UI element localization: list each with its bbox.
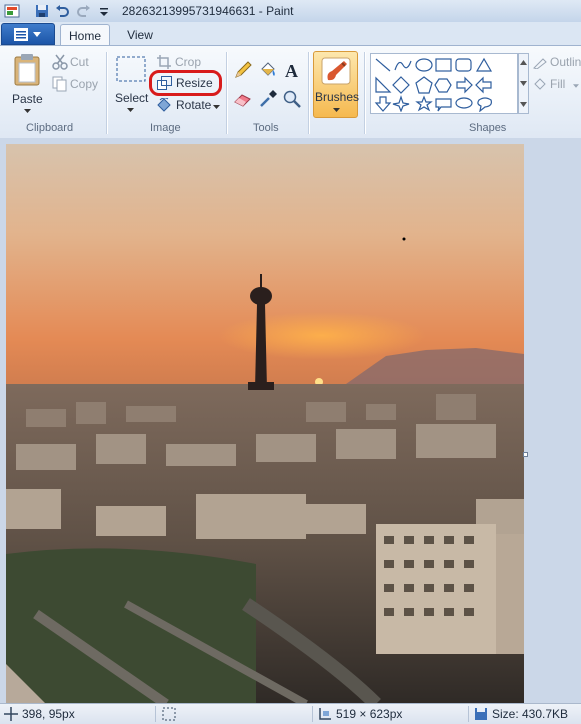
ribbon-tab-row: Home View bbox=[0, 22, 581, 46]
status-divider bbox=[468, 706, 469, 722]
paste-button[interactable]: Paste bbox=[8, 52, 46, 114]
magnifier-icon[interactable] bbox=[282, 89, 302, 109]
undo-icon[interactable] bbox=[54, 3, 70, 19]
chevron-down-icon bbox=[520, 81, 527, 86]
tab-view[interactable]: View bbox=[112, 24, 168, 46]
gallery-more-icon bbox=[520, 102, 527, 107]
clipboard-group-label: Clipboard bbox=[26, 122, 74, 134]
chevron-down-icon bbox=[33, 32, 41, 37]
redo-icon[interactable] bbox=[76, 3, 92, 19]
tools-group-label: Tools bbox=[253, 122, 279, 134]
canvas-workspace bbox=[0, 138, 581, 704]
chevron-down-icon bbox=[333, 108, 340, 112]
group-divider bbox=[364, 52, 366, 134]
color-picker-icon[interactable] bbox=[258, 89, 278, 109]
rotate-icon bbox=[157, 98, 171, 112]
rotate-button[interactable]: Rotate bbox=[157, 97, 221, 115]
pencil-icon[interactable] bbox=[233, 60, 253, 80]
title-bar: 28263213995731946631 - Paint bbox=[0, 0, 581, 23]
status-bar: 398, 95px 519 × 623px Size: 430.7KB bbox=[0, 703, 581, 724]
copy-button: Copy bbox=[52, 76, 102, 94]
brushes-label: Brushes bbox=[315, 90, 360, 104]
cut-label: Cut bbox=[70, 55, 89, 69]
brush-icon bbox=[321, 57, 351, 85]
text-icon[interactable]: A bbox=[282, 60, 302, 80]
fill-label: Fill bbox=[550, 77, 566, 91]
image-size-icon bbox=[319, 708, 331, 720]
paint-app-icon bbox=[4, 4, 20, 18]
select-button[interactable]: Select bbox=[112, 54, 150, 116]
clipboard-icon bbox=[14, 54, 40, 86]
city-skyline-image bbox=[6, 144, 524, 704]
cursor-position: 398, 95px bbox=[22, 707, 75, 721]
scissors-icon bbox=[52, 54, 68, 70]
status-divider bbox=[155, 706, 156, 722]
image-size: 519 × 623px bbox=[336, 707, 403, 721]
shapes-gallery-scroll[interactable] bbox=[518, 53, 529, 114]
chevron-down-icon bbox=[24, 109, 31, 113]
cursor-position-icon bbox=[4, 707, 18, 721]
ribbon: Paste Cut Copy Clipboard Select Crop Res… bbox=[0, 45, 581, 139]
svg-text:A: A bbox=[285, 61, 298, 80]
chevron-down-icon bbox=[573, 84, 579, 88]
select-label: Select bbox=[115, 91, 149, 105]
image-group-label: Image bbox=[150, 122, 181, 134]
fill-icon bbox=[534, 78, 546, 90]
shapes-group-label: Shapes bbox=[469, 122, 507, 134]
group-divider bbox=[106, 52, 108, 134]
menu-icon bbox=[14, 28, 28, 41]
rotate-label: Rotate bbox=[176, 98, 212, 112]
crop-icon bbox=[157, 55, 171, 69]
canvas-resize-handle[interactable] bbox=[523, 452, 528, 457]
status-divider bbox=[312, 706, 313, 722]
window-title: 28263213995731946631 - Paint bbox=[122, 4, 294, 18]
selection-size-icon bbox=[162, 707, 176, 721]
outline-icon bbox=[533, 58, 547, 69]
chevron-down-icon bbox=[213, 105, 220, 109]
chevron-up-icon bbox=[520, 60, 527, 65]
paint-menu-button[interactable] bbox=[1, 23, 55, 45]
resize-highlight-annotation bbox=[149, 70, 222, 96]
paste-label: Paste bbox=[12, 92, 43, 106]
outline-label: Outline bbox=[550, 55, 581, 69]
chevron-down-icon bbox=[127, 108, 134, 112]
select-rectangle-icon bbox=[116, 56, 146, 82]
copy-label: Copy bbox=[70, 77, 99, 91]
file-size: Size: 430.7KB bbox=[492, 707, 569, 721]
outline-button: Outline bbox=[533, 54, 581, 72]
save-icon[interactable] bbox=[34, 3, 50, 19]
group-divider bbox=[308, 52, 310, 134]
shapes-gallery bbox=[370, 53, 518, 114]
customize-quick-access-icon[interactable] bbox=[96, 3, 112, 19]
tab-home[interactable]: Home bbox=[60, 24, 110, 46]
group-divider bbox=[226, 52, 228, 134]
disk-icon bbox=[475, 708, 487, 720]
eraser-icon[interactable] bbox=[233, 89, 253, 109]
fill-button: Fill bbox=[533, 76, 581, 94]
cut-button: Cut bbox=[52, 54, 100, 72]
crop-label: Crop bbox=[175, 55, 202, 69]
shapes-gallery-icons bbox=[374, 57, 493, 112]
brushes-button[interactable]: Brushes bbox=[313, 51, 360, 118]
copy-icon bbox=[52, 76, 67, 92]
fill-bucket-icon[interactable] bbox=[258, 60, 278, 80]
image-canvas[interactable] bbox=[6, 144, 524, 704]
